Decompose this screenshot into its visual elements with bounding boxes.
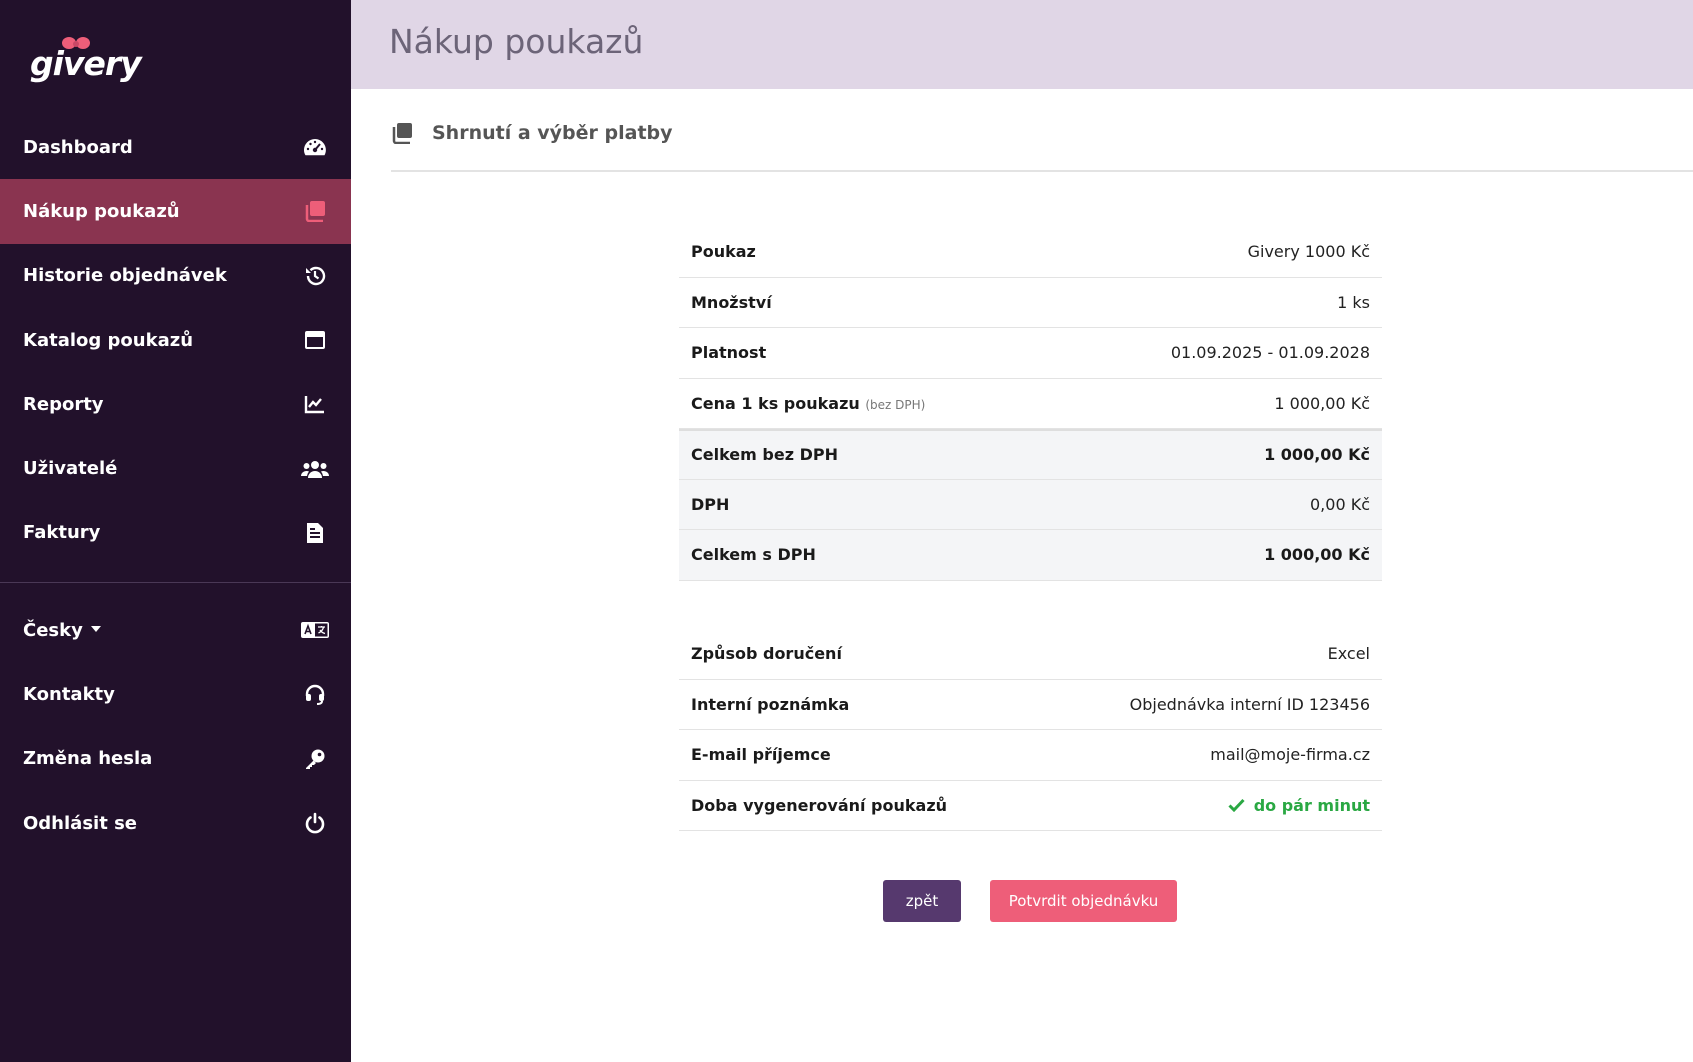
row-value: Givery 1000 Kč (1247, 242, 1370, 262)
delivery-details-table: Způsob doručení Excel Interní poznámka O… (679, 629, 1382, 831)
vouchers-icon (301, 197, 329, 225)
row-label: Doba vygenerování poukazů (691, 795, 948, 815)
sidebar-item-label: Změna hesla (23, 748, 153, 770)
card-icon (301, 326, 329, 354)
logo-text: givery (30, 44, 142, 83)
row-value: 1 ks (1337, 292, 1370, 312)
confirm-order-button[interactable]: Potvrdit objednávku (990, 880, 1177, 922)
sidebar-item-dashboard[interactable]: Dashboard (0, 115, 351, 179)
users-icon (301, 455, 329, 483)
headset-icon (301, 680, 329, 708)
back-button[interactable]: zpět (883, 880, 961, 922)
sidebar-item-label: Nákup poukazů (23, 200, 180, 222)
givery-logo[interactable]: givery (30, 36, 142, 86)
row-value: 1 000,00 Kč (1274, 393, 1370, 413)
row-value: 1 000,00 Kč (1264, 445, 1370, 465)
row-value: mail@moje-firma.cz (1210, 745, 1370, 765)
sidebar-item-historie-objednavek[interactable]: Historie objednávek (0, 244, 351, 308)
row-value: 1 000,00 Kč (1264, 545, 1370, 565)
key-icon (301, 745, 329, 773)
vouchers-icon (392, 123, 412, 144)
sidebar-item-kontakty[interactable]: Kontakty (0, 662, 351, 726)
table-row: Cena 1 ks poukazu (bez DPH) 1 000,00 Kč (679, 379, 1382, 429)
language-selector[interactable]: Česky (0, 598, 351, 662)
table-row-total: DPH 0,00 Kč (679, 479, 1382, 530)
sidebar-item-katalog-poukazu[interactable]: Katalog poukazů (0, 308, 351, 372)
row-label: Interní poznámka (691, 694, 850, 714)
row-value: do pár minut (1253, 795, 1370, 815)
row-label: Poukaz (691, 242, 756, 262)
sidebar-item-label: Reporty (23, 393, 104, 415)
sidebar-item-uzivatele[interactable]: Uživatelé (0, 436, 351, 500)
row-label: E-mail příjemce (691, 745, 831, 765)
table-row: Poukaz Givery 1000 Kč (679, 227, 1382, 278)
order-summary-table: Poukaz Givery 1000 Kč Množství 1 ks Plat… (679, 227, 1382, 581)
page-header: Nákup poukazů (351, 0, 1693, 89)
sidebar-item-label: Odhlásit se (23, 812, 137, 834)
page-title: Nákup poukazů (389, 22, 644, 61)
table-row-total: Celkem s DPH 1 000,00 Kč (679, 530, 1382, 581)
power-icon (301, 809, 329, 837)
row-label: Celkem bez DPH (691, 445, 838, 465)
chart-line-icon (301, 390, 329, 418)
table-row: Způsob doručení Excel (679, 629, 1382, 680)
table-row: Množství 1 ks (679, 278, 1382, 328)
table-row-total: Celkem bez DPH 1 000,00 Kč (679, 429, 1382, 480)
row-label: Platnost (691, 343, 767, 363)
row-label: DPH (691, 494, 730, 514)
sidebar-divider (0, 582, 351, 583)
chevron-down-icon (90, 625, 101, 632)
table-row: Interní poznámka Objednávka interní ID 1… (679, 680, 1382, 730)
table-row: E-mail příjemce mail@moje-firma.cz (679, 730, 1382, 781)
sidebar-item-label: Historie objednávek (23, 265, 227, 287)
sidebar-item-faktury[interactable]: Faktury (0, 501, 351, 565)
sidebar-item-label: Faktury (23, 522, 101, 544)
sidebar-item-reporty[interactable]: Reporty (0, 372, 351, 436)
row-label: Způsob doručení (691, 644, 842, 664)
row-label: Cena 1 ks poukazu (691, 393, 860, 413)
translate-icon (301, 616, 329, 644)
row-value: Excel (1327, 644, 1370, 664)
row-value: 0,00 Kč (1310, 494, 1370, 514)
sidebar-item-odhlasit-se[interactable]: Odhlásit se (0, 791, 351, 855)
language-label: Česky (23, 619, 83, 641)
invoice-icon (301, 519, 329, 547)
history-icon (301, 262, 329, 290)
sidebar-item-zmena-hesla[interactable]: Změna hesla (0, 727, 351, 791)
row-label: Množství (691, 292, 772, 312)
section-title: Shrnutí a výběr platby (432, 122, 673, 144)
sidebar-item-label: Kontakty (23, 683, 115, 705)
row-value: Objednávka interní ID 123456 (1129, 694, 1370, 714)
main-nav: Dashboard Nákup poukazů Historie objedná… (0, 115, 351, 565)
table-row: Platnost 01.09.2025 - 01.09.2028 (679, 328, 1382, 379)
sidebar-item-label: Katalog poukazů (23, 329, 194, 351)
table-row: Doba vygenerování poukazů do pár minut (679, 781, 1382, 831)
sidebar-item-label: Uživatelé (23, 458, 118, 480)
row-label: Celkem s DPH (691, 545, 816, 565)
check-icon (1228, 799, 1245, 813)
section-divider (391, 170, 1693, 172)
row-note: (bez DPH) (865, 397, 926, 412)
sidebar-item-label: Dashboard (23, 136, 133, 158)
sidebar-item-nakup-poukazu[interactable]: Nákup poukazů (0, 179, 351, 244)
generation-time-status: do pár minut (1228, 796, 1370, 815)
section-heading: Shrnutí a výběr platby (391, 118, 673, 148)
gauge-icon (301, 133, 329, 161)
sidebar: givery Dashboard Nákup poukazů Historie … (0, 0, 351, 1062)
secondary-nav: Česky Kontakty Změna hesla Odhlásit se (0, 598, 351, 855)
row-value: 01.09.2025 - 01.09.2028 (1170, 343, 1370, 363)
